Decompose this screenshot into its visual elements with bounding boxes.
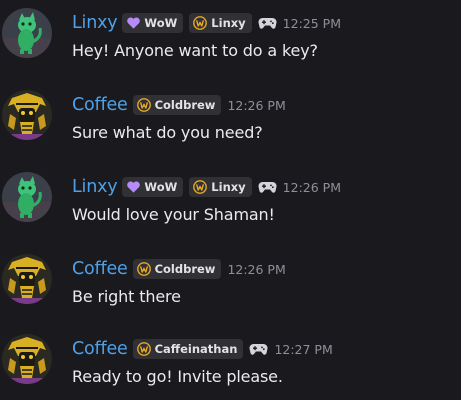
green-cat-avatar-icon[interactable] [2, 8, 52, 58]
message: Linxy WoW Linxy 12:26 PM Would love your… [0, 172, 461, 236]
message-header: Coffee Coldbrew 12:26 PM [72, 256, 286, 282]
heart-icon [126, 180, 141, 194]
warcraft-w-icon [193, 16, 208, 30]
guild-tag[interactable]: Coldbrew [132, 95, 222, 115]
message: Coffee Coldbrew 12:26 PM Be right there [0, 254, 461, 318]
warcraft-w-icon [136, 342, 151, 356]
timestamp: 12:25 PM [282, 15, 341, 31]
timestamp: 12:26 PM [227, 97, 286, 113]
message-text: Would love your Shaman! [72, 205, 275, 224]
tag-label: Caffeinathan [154, 342, 238, 356]
guild-tag[interactable]: Caffeinathan [132, 339, 244, 359]
gamepad-icon[interactable] [258, 180, 277, 194]
message-text: Sure what do you need? [72, 123, 263, 142]
golden-pharaoh-avatar-icon[interactable] [2, 90, 52, 140]
message-text: Hey! Anyone want to do a key? [72, 41, 318, 60]
tag-label: Coldbrew [154, 98, 216, 112]
warcraft-w-icon [193, 180, 208, 194]
username[interactable]: Linxy [72, 177, 118, 197]
warcraft-w-icon [136, 262, 151, 276]
wow-tag[interactable]: WoW [122, 177, 184, 197]
chat-log: Linxy WoW Linxy 12:25 PM Hey! Anyone wan… [0, 0, 461, 400]
gamepad-icon[interactable] [249, 342, 268, 356]
username[interactable]: Coffee [72, 95, 128, 115]
guild-tag[interactable]: Linxy [189, 13, 252, 33]
heart-icon [126, 16, 141, 30]
guild-tag[interactable]: Coldbrew [132, 259, 222, 279]
golden-pharaoh-avatar-icon[interactable] [2, 334, 52, 384]
wow-tag[interactable]: WoW [122, 13, 184, 33]
timestamp: 12:26 PM [282, 179, 341, 195]
tag-label: Linxy [211, 180, 246, 194]
message: Coffee Caffeinathan 12:27 PM Ready to go… [0, 334, 461, 398]
message-text: Ready to go! Invite please. [72, 367, 283, 386]
guild-tag[interactable]: Linxy [189, 177, 252, 197]
message: Linxy WoW Linxy 12:25 PM Hey! Anyone wan… [0, 8, 461, 72]
message-header: Linxy WoW Linxy 12:25 PM [72, 10, 341, 36]
timestamp: 12:26 PM [227, 261, 286, 277]
username[interactable]: Coffee [72, 259, 128, 279]
timestamp: 12:27 PM [274, 341, 333, 357]
warcraft-w-icon [136, 98, 151, 112]
message-header: Coffee Coldbrew 12:26 PM [72, 92, 286, 118]
gamepad-icon[interactable] [258, 16, 277, 30]
username[interactable]: Coffee [72, 339, 128, 359]
username[interactable]: Linxy [72, 13, 118, 33]
tag-label: WoW [144, 180, 178, 194]
tag-label: WoW [144, 16, 178, 30]
green-cat-avatar-icon[interactable] [2, 172, 52, 222]
message-header: Coffee Caffeinathan 12:27 PM [72, 336, 333, 362]
tag-label: Linxy [211, 16, 246, 30]
message-text: Be right there [72, 287, 181, 306]
message: Coffee Coldbrew 12:26 PM Sure what do yo… [0, 90, 461, 154]
message-header: Linxy WoW Linxy 12:26 PM [72, 174, 341, 200]
golden-pharaoh-avatar-icon[interactable] [2, 254, 52, 304]
tag-label: Coldbrew [154, 262, 216, 276]
